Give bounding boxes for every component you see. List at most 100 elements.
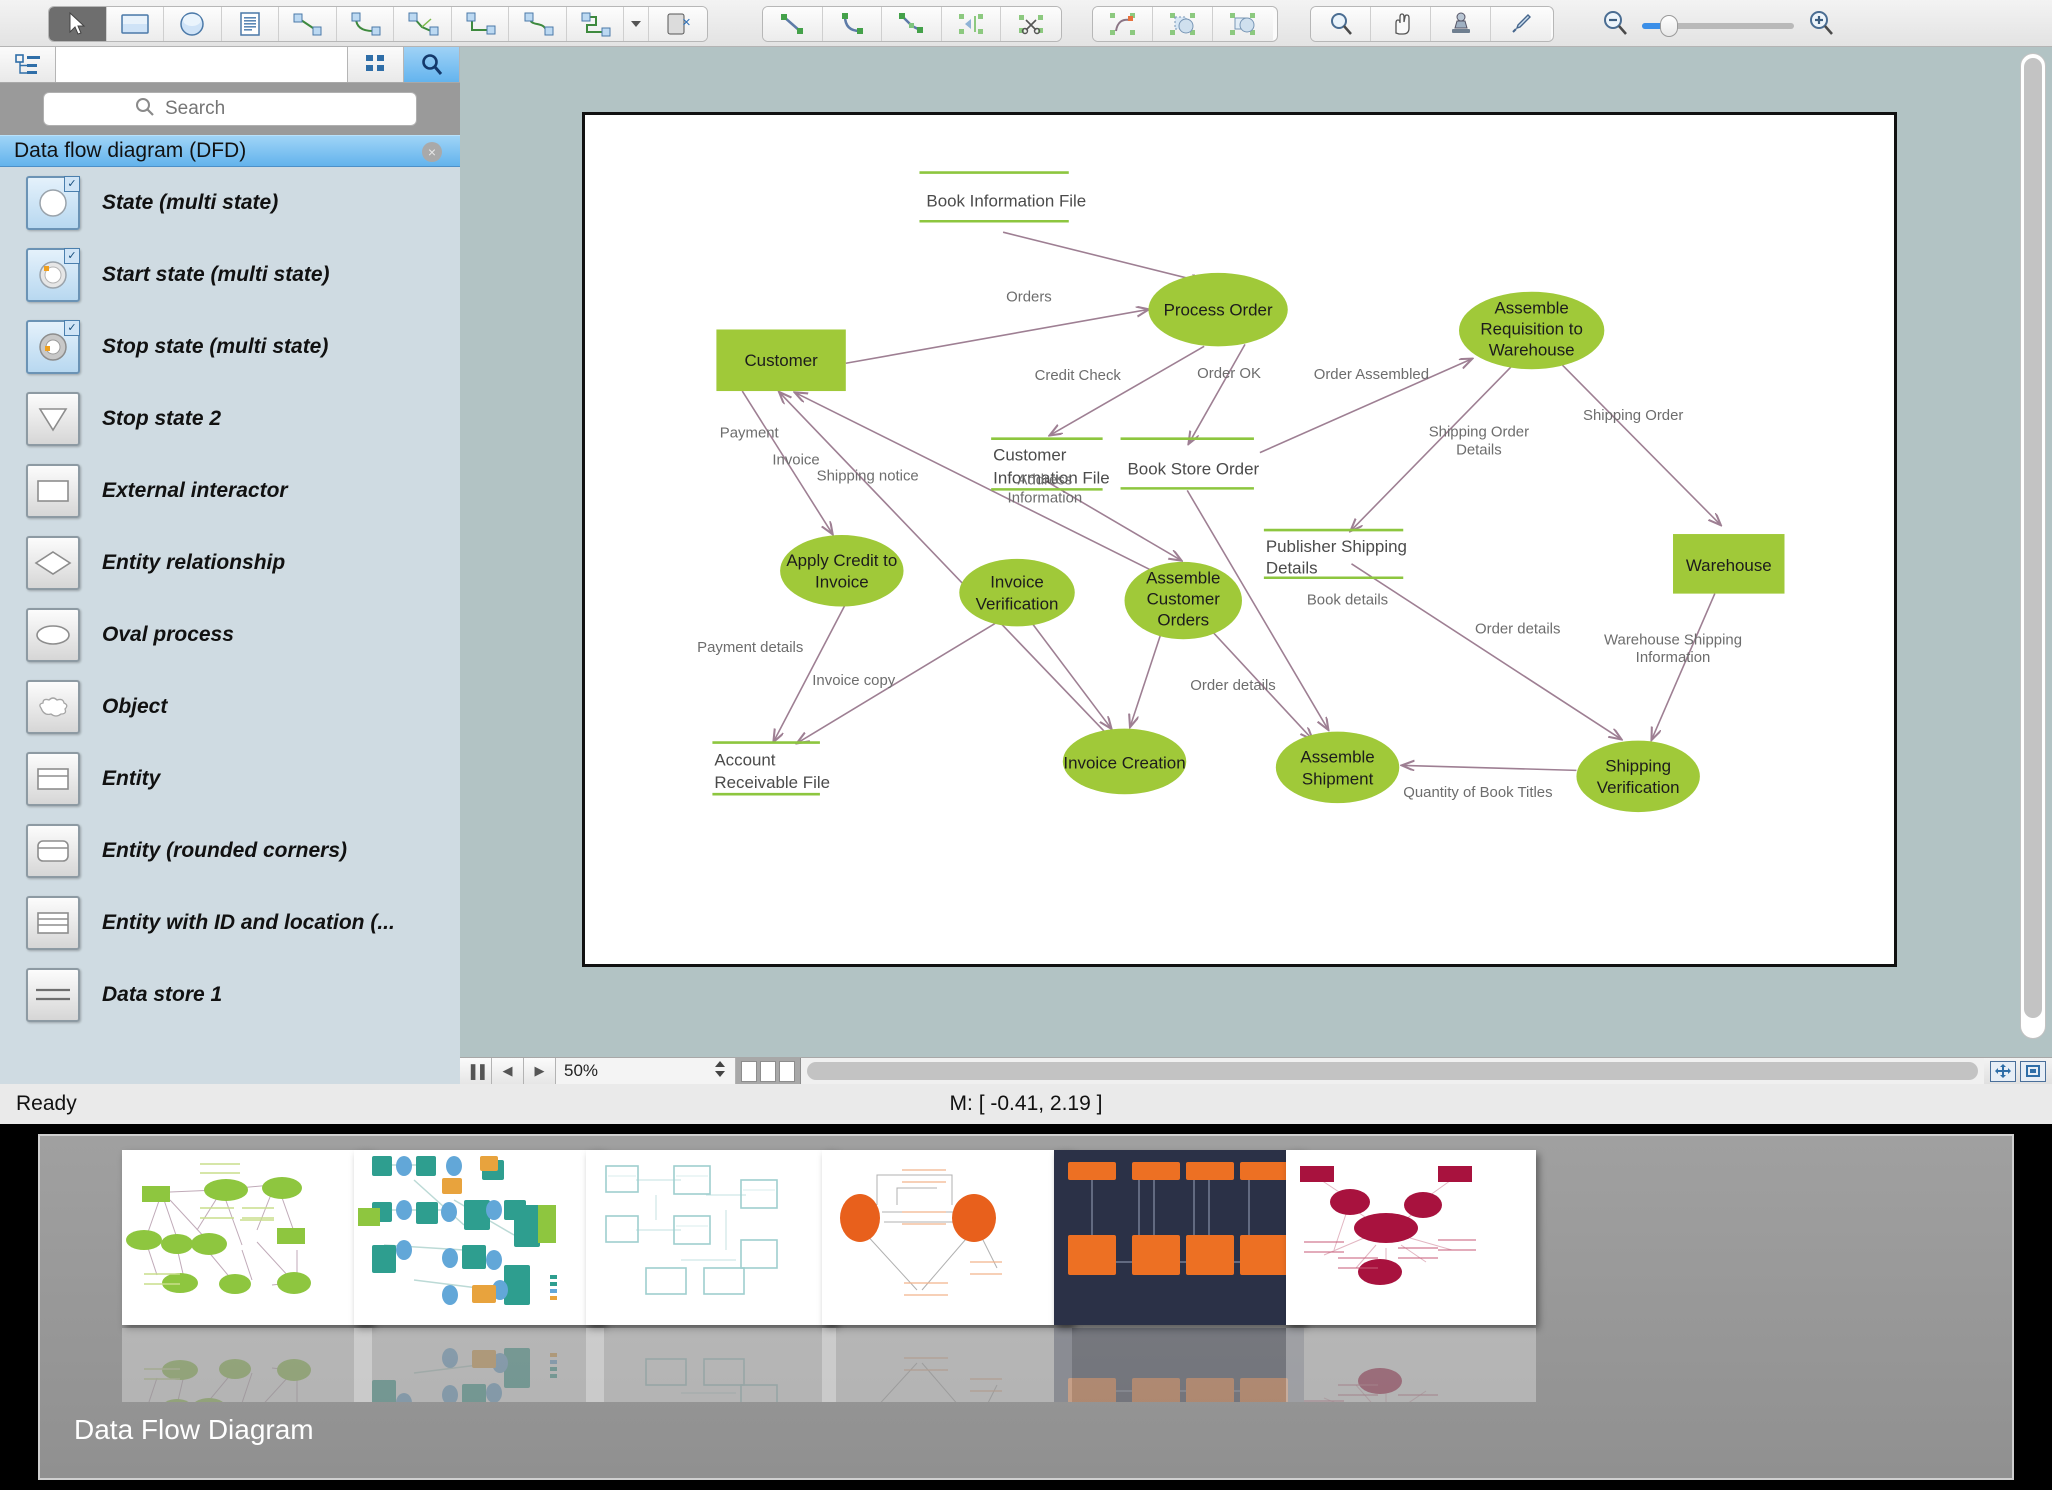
canvas-area[interactable]: Book Information File Customer Informati… [460, 47, 2052, 1057]
svg-text:Customer: Customer [1147, 590, 1221, 609]
canvas-vertical-scrollbar[interactable] [2020, 53, 2046, 1039]
thumb-dfd-crimson[interactable] [1286, 1150, 1536, 1325]
zoom-slider-group [1600, 8, 1836, 43]
shape-item-entity-with-id-and-location[interactable]: Entity with ID and location (... [0, 887, 460, 959]
pause-button[interactable]: ▐▐ [460, 1057, 492, 1085]
grid-view-button[interactable] [348, 47, 404, 82]
ellipse-tool[interactable] [164, 7, 222, 41]
cut-tool[interactable] [1001, 7, 1061, 41]
edge-label-order-ok: Order OK [1197, 366, 1261, 382]
node-customer: Customer [716, 329, 846, 392]
polyline-tool[interactable] [882, 7, 942, 41]
shape-item-external-interactor[interactable]: External interactor [0, 455, 460, 527]
checkbox-icon[interactable]: ✓ [64, 320, 80, 336]
shape-item-label: Entity with ID and location (... [102, 911, 395, 934]
vertical-scroll-thumb[interactable] [2024, 58, 2042, 1018]
page-thumb-3[interactable] [779, 1060, 795, 1082]
union-shape-tool[interactable] [1153, 7, 1213, 41]
thumb-dfd-orange-reflection [822, 1328, 1072, 1402]
chevron-down-icon[interactable] [624, 7, 650, 41]
edge-label-book-details: Book details [1307, 593, 1388, 609]
fit-page-button[interactable] [1990, 1060, 2016, 1082]
thumb-flow-lightteal-reflection [586, 1328, 836, 1402]
sidebar-filter-field[interactable] [56, 47, 348, 82]
zoom-slider-knob[interactable] [1660, 14, 1678, 37]
search-view-button[interactable] [404, 47, 460, 82]
entity-icon [26, 752, 80, 806]
shape-group-header[interactable]: Data flow diagram (DFD) × [0, 135, 460, 167]
shape-item-label: Entity (rounded corners) [102, 839, 348, 862]
canvas-horizontal-scrollbar[interactable] [801, 1057, 1984, 1085]
zoom-slider[interactable] [1642, 14, 1794, 37]
start-state-icon: ✓ [26, 248, 80, 302]
shape-item-data-store-1[interactable]: Data store 1 [0, 959, 460, 1031]
shape-item-entity-relationship[interactable]: Entity relationship [0, 527, 460, 599]
svg-text:Customer: Customer [744, 351, 818, 370]
svg-text:Details: Details [1266, 559, 1318, 578]
shape-item-stop-state-2[interactable]: Stop state 2 [0, 383, 460, 455]
shape-item-object[interactable]: Object [0, 671, 460, 743]
text-tool[interactable] [221, 7, 280, 41]
fit-width-button[interactable] [2020, 1060, 2046, 1082]
search-icon [135, 97, 155, 122]
search-input[interactable] [165, 98, 325, 120]
thumb-dfd-orange[interactable] [822, 1150, 1072, 1325]
node-shipping-verification: Shipping Verification [1576, 740, 1700, 813]
sidebar-toolbar [0, 47, 460, 83]
page-selector[interactable] [736, 1057, 801, 1085]
line-connector-tool[interactable] [279, 7, 337, 41]
svg-text:Publisher Shipping: Publisher Shipping [1266, 537, 1407, 556]
thumb-dfd-green[interactable] [122, 1150, 372, 1325]
triangle-down-icon [26, 392, 80, 446]
zoom-tool[interactable] [1311, 7, 1371, 41]
eyedropper-tool[interactable] [1491, 7, 1551, 41]
template-gallery: Data Flow Diagram [0, 1124, 2052, 1490]
horizontal-scroll-thumb[interactable] [807, 1062, 1978, 1080]
page-thumb-1[interactable] [741, 1060, 757, 1082]
align-tool[interactable] [941, 7, 1002, 41]
curve-connector-tool[interactable] [509, 7, 567, 41]
hand-tool[interactable] [1371, 7, 1431, 41]
rotate-shape-tool[interactable] [1093, 7, 1153, 41]
straight-line-tool[interactable] [763, 7, 823, 41]
close-icon[interactable]: × [422, 142, 442, 162]
checkbox-icon[interactable]: ✓ [64, 248, 80, 264]
shape-item-entity-rounded-corners[interactable]: Entity (rounded corners) [0, 815, 460, 887]
edge-process-order-book-store [1189, 343, 1246, 442]
page-thumb-2[interactable] [760, 1060, 776, 1082]
shape-item-state-multi-state[interactable]: ✓ State (multi state) [0, 167, 460, 239]
thumb-swimlane-dark[interactable] [1054, 1150, 1304, 1325]
node-warehouse: Warehouse [1673, 534, 1785, 594]
gallery-title: Data Flow Diagram [74, 1414, 314, 1445]
zoom-in-icon[interactable] [1806, 8, 1836, 43]
search-field-wrapper[interactable] [43, 92, 417, 126]
stamp-tool[interactable] [1431, 7, 1491, 41]
thumb-network-teal[interactable] [354, 1150, 604, 1325]
elbow-connector-tool[interactable] [451, 7, 510, 41]
delete-shape-tool[interactable]: × [649, 7, 707, 41]
checkbox-icon[interactable]: ✓ [64, 176, 80, 192]
smart-connector-tool[interactable] [394, 7, 452, 41]
previous-page-button[interactable]: ◀ [492, 1057, 524, 1085]
shape-item-start-state-multi-state[interactable]: ✓ Start state (multi state) [0, 239, 460, 311]
shape-item-label: Stop state (multi state) [102, 335, 329, 358]
tree-view-button[interactable] [0, 47, 56, 82]
view-tools-group [1310, 6, 1554, 42]
zoom-out-icon[interactable] [1600, 8, 1630, 43]
pointer-tool[interactable] [49, 7, 107, 41]
next-page-button[interactable]: ▶ [524, 1057, 556, 1085]
shape-item-oval-process[interactable]: Oval process [0, 599, 460, 671]
shape-item-stop-state-multi-state[interactable]: ✓ Stop state (multi state) [0, 311, 460, 383]
diagram-paper[interactable]: Book Information File Customer Informati… [582, 112, 1897, 967]
routed-connector-tool[interactable] [566, 7, 625, 41]
node-invoice-creation: Invoice Creation [1062, 728, 1187, 795]
curved-line-tool[interactable] [822, 7, 883, 41]
zoom-level-stepper[interactable]: 50% [556, 1057, 736, 1085]
thumb-swimlane-dark-reflection [1054, 1328, 1304, 1402]
shape-item-entity[interactable]: Entity [0, 743, 460, 815]
arc-connector-tool[interactable] [336, 7, 395, 41]
rectangle-tool[interactable] [106, 7, 165, 41]
group-shape-tool[interactable] [1213, 7, 1273, 41]
thumb-flow-lightteal[interactable] [586, 1150, 836, 1325]
stepper-arrows-icon[interactable] [713, 1059, 727, 1084]
